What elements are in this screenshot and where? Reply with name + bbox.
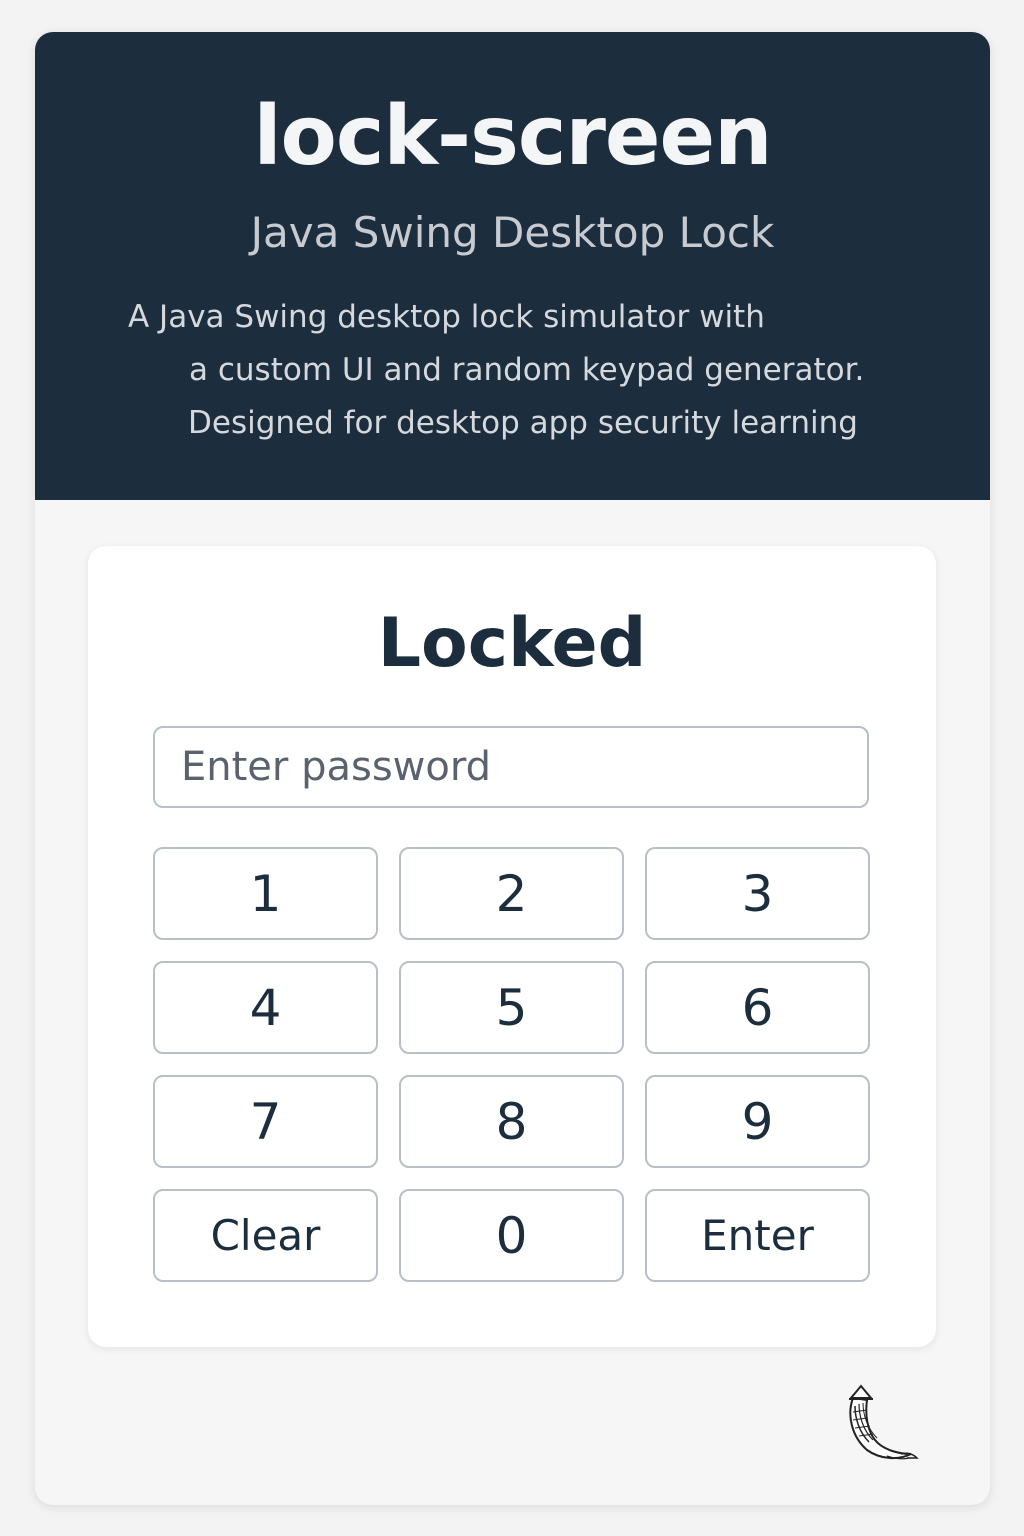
enter-button[interactable]: Enter	[645, 1189, 870, 1282]
clear-button[interactable]: Clear	[153, 1189, 378, 1282]
description-line-1: A Java Swing desktop lock simulator with	[128, 299, 765, 335]
locked-title: Locked	[377, 604, 647, 683]
app-subtitle: Java Swing Desktop Lock	[250, 208, 775, 257]
key-9[interactable]: 9	[645, 1075, 870, 1168]
keypad: 1 2 3 4 5 6 7 8 9 Clear 0 Enter	[153, 847, 871, 1282]
key-2[interactable]: 2	[399, 847, 624, 940]
key-1[interactable]: 1	[153, 847, 378, 940]
key-0[interactable]: 0	[399, 1189, 624, 1282]
key-3[interactable]: 3	[645, 847, 870, 940]
key-5[interactable]: 5	[399, 961, 624, 1054]
key-7[interactable]: 7	[153, 1075, 378, 1168]
description-line-3: Designed for desktop app security learni…	[188, 405, 858, 441]
key-6[interactable]: 6	[645, 961, 870, 1054]
description-line-2: a custom UI and random keypad generator.	[189, 352, 865, 388]
app-window: lock-screen Java Swing Desktop Lock A Ja…	[35, 32, 990, 1505]
header-banner: lock-screen Java Swing Desktop Lock A Ja…	[35, 32, 990, 500]
key-8[interactable]: 8	[399, 1075, 624, 1168]
key-4[interactable]: 4	[153, 961, 378, 1054]
password-input[interactable]	[153, 726, 869, 808]
lock-card: Locked 1 2 3 4 5 6 7 8 9 Clear 0 Enter	[88, 546, 936, 1347]
curled-horn-sketch-icon	[848, 1384, 919, 1460]
app-title: lock-screen	[253, 89, 772, 184]
